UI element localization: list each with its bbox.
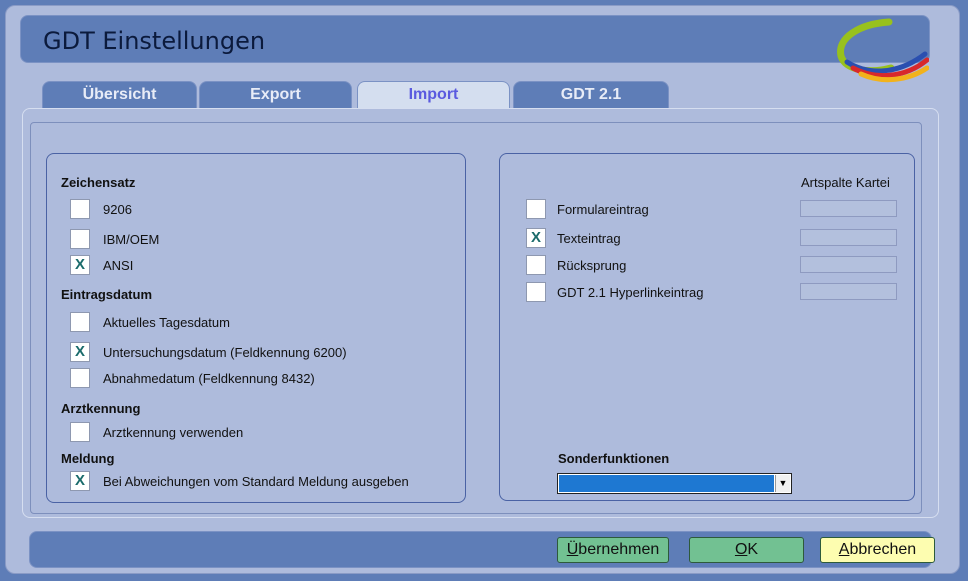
- label-9206: 9206: [103, 202, 132, 217]
- label-formulareintrag: Formulareintrag: [557, 202, 649, 217]
- sonderfunktionen-select[interactable]: ▼: [557, 473, 792, 494]
- ok-label: K: [747, 541, 759, 558]
- abbrechen-accelerator: A: [838, 541, 850, 558]
- tab-import[interactable]: Import: [357, 81, 510, 109]
- checkbox-ruecksprung[interactable]: [526, 255, 546, 275]
- brand-logo-icon: [837, 18, 929, 83]
- dropdown-arrow-icon[interactable]: ▼: [775, 475, 790, 492]
- section-eintragsdatum: Eintragsdatum: [61, 287, 153, 302]
- tab-export[interactable]: Export: [199, 81, 352, 108]
- checkbox-texteintrag[interactable]: X: [526, 228, 546, 248]
- sonderfunktionen-selected-value: [559, 475, 774, 492]
- checkbox-ibm-oem[interactable]: [70, 229, 90, 249]
- checkbox-arztkennung-verwenden[interactable]: [70, 422, 90, 442]
- checkbox-untersuchungsdatum[interactable]: X: [70, 342, 90, 362]
- label-aktuelles-tagesdatum: Aktuelles Tagesdatum: [103, 315, 230, 330]
- tab-uebersicht[interactable]: Übersicht: [42, 81, 197, 108]
- checkbox-ansi[interactable]: X: [70, 255, 90, 275]
- ok-accelerator: O: [734, 541, 748, 558]
- checkbox-aktuelles-tagesdatum[interactable]: [70, 312, 90, 332]
- ok-button[interactable]: OK: [689, 537, 804, 563]
- uebernehmen-button[interactable]: Übernehmen: [557, 537, 669, 563]
- label-ruecksprung: Rücksprung: [557, 258, 627, 273]
- label-abnahmedatum: Abnahmedatum (Feldkennung 8432): [103, 371, 315, 386]
- label-arztkennung-verwenden: Arztkennung verwenden: [103, 425, 244, 440]
- label-meldung-ausgeben: Bei Abweichungen vom Standard Meldung au…: [103, 474, 409, 489]
- label-texteintrag: Texteintrag: [557, 231, 621, 246]
- title-bar: GDT Einstellungen: [20, 15, 930, 83]
- uebernehmen-accelerator: Ü: [566, 541, 579, 558]
- checkbox-9206[interactable]: [70, 199, 90, 219]
- abbrechen-label: bbrechen: [849, 541, 917, 558]
- tab-gdt-2-1[interactable]: GDT 2.1: [513, 81, 669, 108]
- section-zeichensatz: Zeichensatz: [61, 175, 136, 190]
- section-meldung: Meldung: [61, 451, 115, 466]
- checkbox-formulareintrag[interactable]: [526, 199, 546, 219]
- artspalte-kartei-header: Artspalte Kartei: [801, 175, 890, 190]
- artspalte-field-gdt-hyperlinkeintrag[interactable]: [800, 283, 897, 300]
- uebernehmen-label: bernehmen: [578, 541, 660, 558]
- label-gdt-hyperlinkeintrag: GDT 2.1 Hyperlinkeintrag: [557, 285, 704, 300]
- checkbox-abnahmedatum[interactable]: [70, 368, 90, 388]
- artspalte-field-texteintrag[interactable]: [800, 229, 897, 246]
- window-title: GDT Einstellungen: [43, 27, 266, 55]
- label-untersuchungsdatum: Untersuchungsdatum (Feldkennung 6200): [103, 345, 347, 360]
- label-ibm-oem: IBM/OEM: [103, 232, 160, 247]
- artspalte-field-formulareintrag[interactable]: [800, 200, 897, 217]
- section-arztkennung: Arztkennung: [61, 401, 141, 416]
- label-ansi: ANSI: [103, 258, 134, 273]
- checkbox-meldung-ausgeben[interactable]: X: [70, 471, 90, 491]
- sonderfunktionen-label: Sonderfunktionen: [558, 451, 670, 466]
- checkbox-gdt-hyperlinkeintrag[interactable]: [526, 282, 546, 302]
- artspalte-field-ruecksprung[interactable]: [800, 256, 897, 273]
- abbrechen-button[interactable]: Abbrechen: [820, 537, 935, 563]
